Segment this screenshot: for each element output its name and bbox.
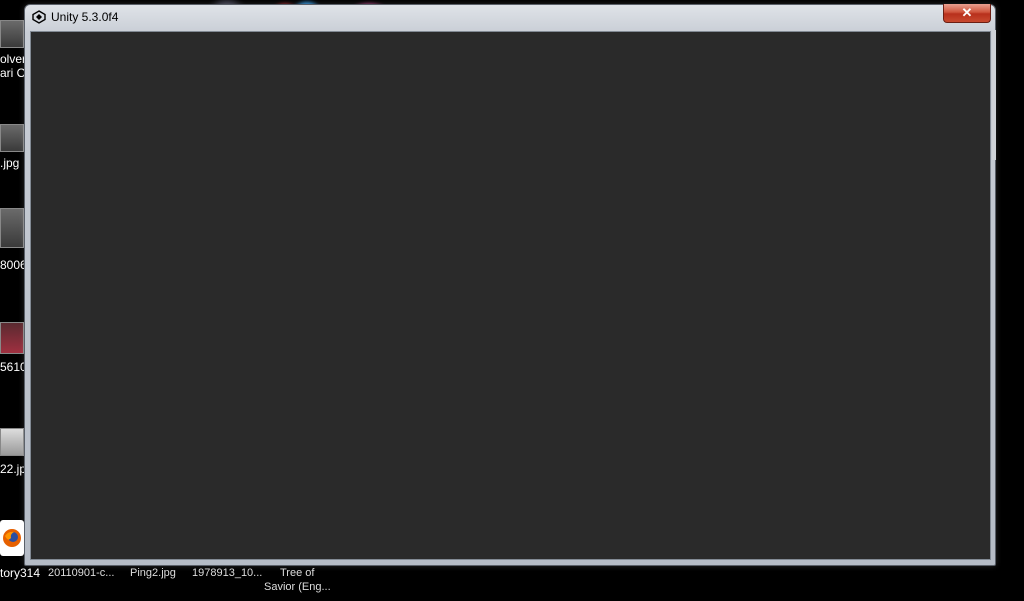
window-edge-highlight [992, 30, 996, 160]
close-button[interactable]: ✕ [943, 4, 991, 23]
desktop-thumbnail [0, 208, 24, 248]
desktop-icon-label: 5610 [0, 360, 27, 374]
desktop-icon-label: 8006 [0, 258, 27, 272]
desktop-icon[interactable] [0, 322, 24, 354]
window-title: Unity 5.3.0f4 [51, 10, 119, 24]
close-icon: ✕ [961, 5, 973, 20]
desktop-thumbnail [0, 20, 24, 48]
unity-window[interactable]: Unity 5.3.0f4 ✕ [24, 4, 996, 566]
desktop-icon-label: Savior (Eng... [264, 581, 331, 593]
desktop-icon-label: 1978913_10... [192, 567, 263, 579]
desktop-thumbnail [0, 428, 24, 456]
desktop-icon-label: Ping2.jpg [130, 567, 176, 579]
desktop-icon-label: Tree of [280, 567, 315, 579]
desktop-thumbnail [0, 322, 24, 354]
window-content-area [30, 31, 991, 560]
desktop-icon-label: olver [0, 52, 27, 66]
desktop-icon-label: 20110901-c... [48, 567, 115, 579]
desktop-thumbnail [0, 124, 24, 152]
desktop-icon[interactable] [0, 428, 24, 456]
unity-logo-icon [32, 10, 46, 24]
desktop-icon-label: tory314 [0, 566, 41, 580]
desktop-icon[interactable] [0, 208, 24, 248]
desktop-icon-label: .jpg [0, 156, 20, 170]
desktop-icon[interactable] [0, 124, 24, 152]
desktop-icon-label: 22.jp [0, 462, 27, 476]
firefox-icon [0, 520, 24, 556]
firefox-desktop-icon[interactable] [0, 520, 24, 556]
title-bar[interactable]: Unity 5.3.0f4 ✕ [25, 4, 995, 29]
desktop-icon[interactable] [0, 20, 24, 48]
